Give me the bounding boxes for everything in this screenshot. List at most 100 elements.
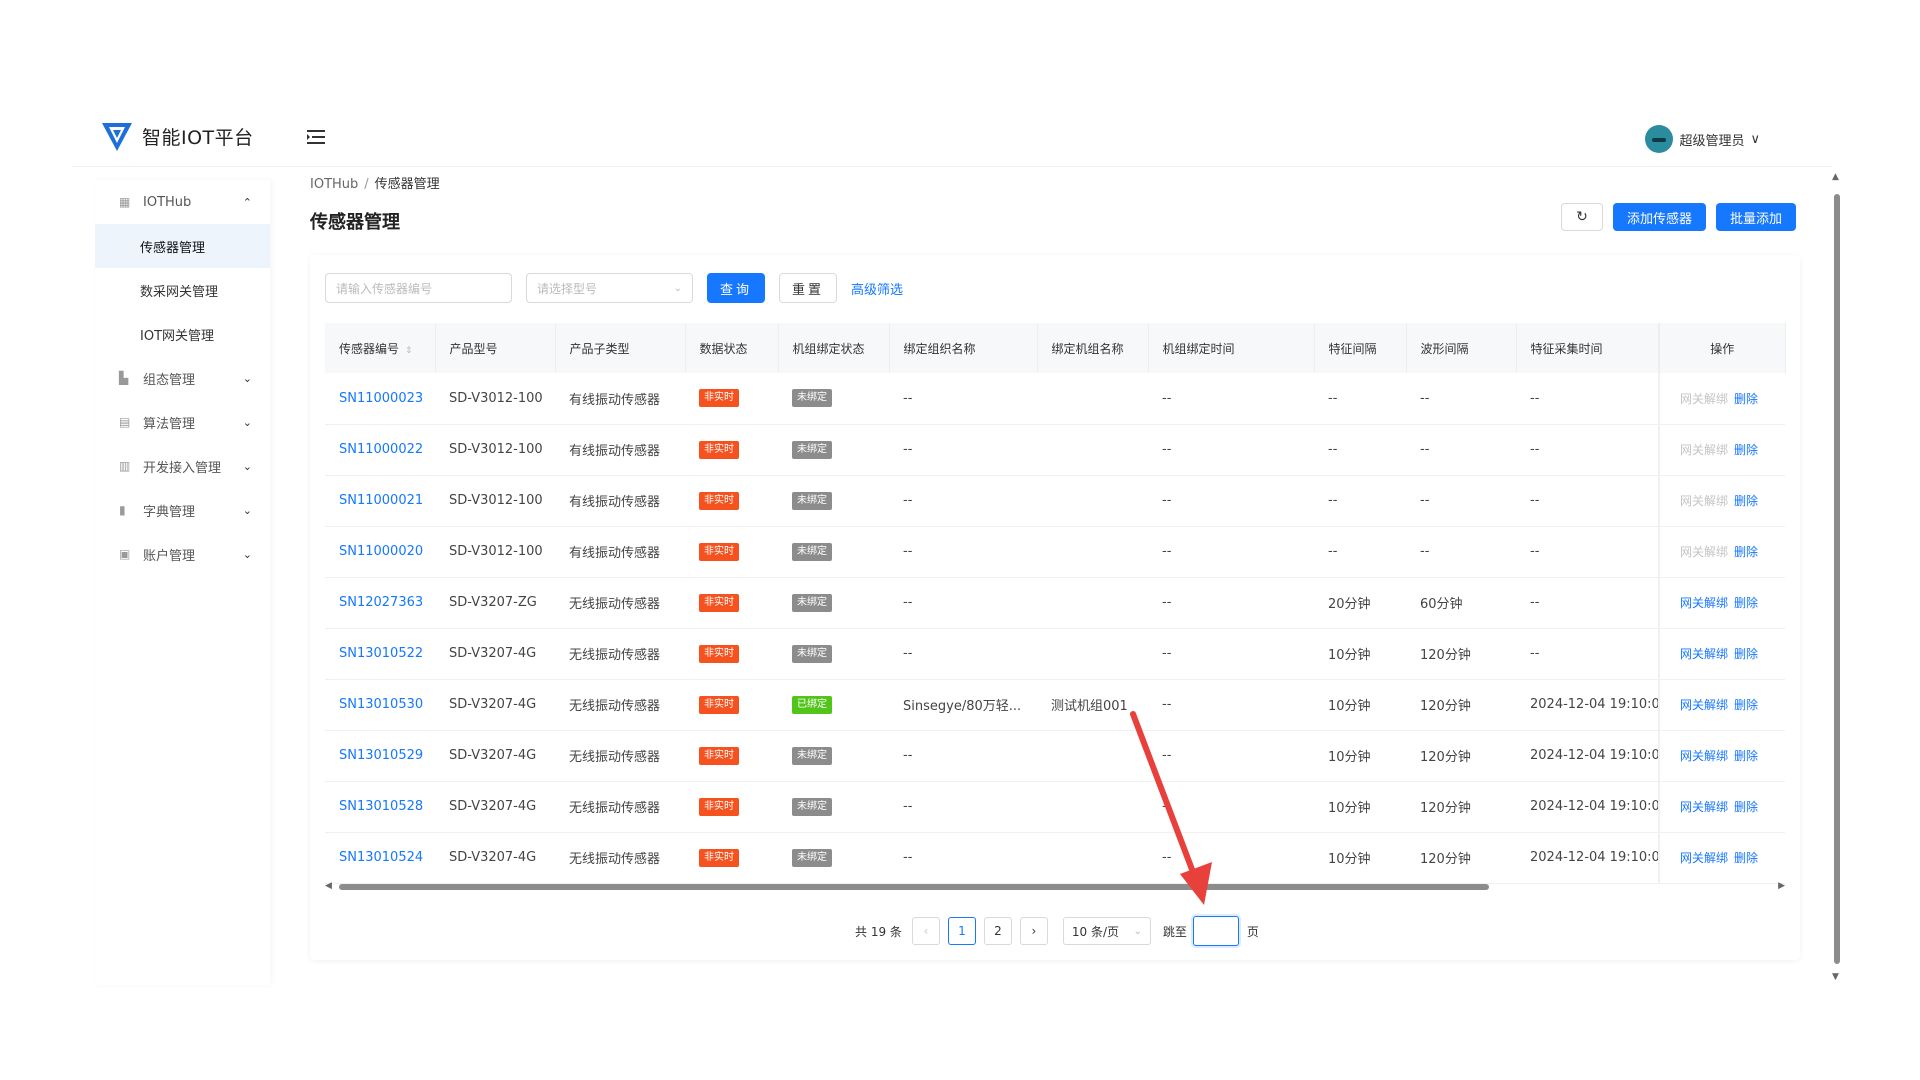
- sidebar-item-label: 传感器管理: [140, 240, 206, 256]
- org-name: --: [889, 577, 1037, 629]
- refresh-button[interactable]: ↻: [1560, 203, 1603, 231]
- column-header: 波形间隔: [1406, 323, 1517, 373]
- status-badge: 非实时: [699, 542, 739, 561]
- scroll-left-icon[interactable]: ◀: [325, 881, 332, 891]
- gateway-unbind-link[interactable]: 网关解绑: [1680, 647, 1728, 661]
- operation-cell: 网关解绑 删除: [1658, 475, 1785, 527]
- delete-link[interactable]: 删除: [1734, 698, 1758, 712]
- chevron-down-icon: ⌄: [242, 371, 252, 385]
- sensor-number-link[interactable]: SN11000020: [325, 526, 435, 578]
- jump-page-input[interactable]: [1192, 916, 1239, 946]
- sidebar-group-account[interactable]: ▣ 账户管理 ⌄: [95, 532, 270, 576]
- status-badge: 非实时: [699, 797, 739, 816]
- sidebar-item-sensor[interactable]: 传感器管理: [95, 224, 270, 268]
- horizontal-scrollbar[interactable]: ◀ ▶: [325, 881, 1785, 893]
- delete-link[interactable]: 删除: [1734, 494, 1758, 508]
- page-size-select[interactable]: 10 条/页 ⌄: [1062, 917, 1151, 945]
- chevron-down-icon: ⌄: [1133, 925, 1142, 937]
- delete-link[interactable]: 删除: [1734, 545, 1758, 559]
- product-subtype: 有线振动传感器: [555, 424, 685, 476]
- delete-link[interactable]: 删除: [1734, 443, 1758, 457]
- bind-time: --: [1148, 679, 1314, 731]
- scroll-right-icon[interactable]: ▶: [1778, 881, 1785, 891]
- query-button[interactable]: 查询: [707, 273, 765, 303]
- page-1-button[interactable]: 1: [947, 917, 976, 945]
- sidebar-group-algorithm[interactable]: ▤ 算法管理 ⌄: [95, 400, 270, 444]
- advanced-filter-link[interactable]: 高级筛选: [851, 279, 903, 298]
- status-badge: 未绑定: [792, 797, 832, 816]
- bind-time: --: [1148, 373, 1314, 425]
- sensor-table: 传感器编号 ⇕ 产品型号 产品子类型 数据状态 机组绑定状态 绑定组织名称 绑定机…: [325, 323, 1786, 884]
- reset-button[interactable]: 重置: [779, 273, 837, 303]
- org-name: --: [889, 475, 1037, 527]
- sidebar-group-iothub[interactable]: ▦ IOTHub ⌃: [95, 180, 270, 224]
- product-model: SD-V3207-ZG: [435, 577, 555, 629]
- sensor-number-input[interactable]: 请输入传感器编号: [325, 273, 512, 303]
- sidebar-group-label: 账户管理: [143, 548, 196, 564]
- table-row: SN12027363 SD-V3207-ZG 无线振动传感器 非实时 未绑定 -- -- 20…: [325, 577, 1785, 629]
- delete-link[interactable]: 删除: [1734, 851, 1758, 865]
- menu-toggle-icon[interactable]: [307, 129, 325, 145]
- sort-icon[interactable]: ⇕: [405, 346, 413, 356]
- bind-time: --: [1148, 832, 1314, 884]
- model-select[interactable]: 请选择型号 ⌄: [526, 273, 693, 303]
- prev-page-button[interactable]: ‹: [911, 917, 940, 945]
- logo: 智能IOT平台: [100, 119, 254, 153]
- column-header: 机组绑定状态: [778, 323, 890, 373]
- user-name: 超级管理员: [1679, 133, 1745, 149]
- scrollbar-thumb[interactable]: [1834, 194, 1840, 964]
- sidebar-item-iot-gateway[interactable]: IOT网关管理: [95, 312, 270, 356]
- sidebar-item-label: 数采网关管理: [140, 284, 219, 300]
- sensor-number-link[interactable]: SN11000023: [325, 373, 435, 425]
- sensor-number-link[interactable]: SN11000021: [325, 475, 435, 527]
- product-model: SD-V3012-100: [435, 424, 555, 476]
- sensor-number-link[interactable]: SN13010530: [325, 679, 435, 731]
- user-menu[interactable]: 超级管理员 ∨: [1645, 125, 1760, 153]
- page-2-button[interactable]: 2: [983, 917, 1012, 945]
- sidebar-group-config[interactable]: ▙ 组态管理 ⌄: [95, 356, 270, 400]
- gateway-unbind-link[interactable]: 网关解绑: [1680, 800, 1728, 814]
- data-status-cell: 非实时: [685, 679, 778, 731]
- sensor-number-link[interactable]: SN13010522: [325, 628, 435, 680]
- sidebar-group-dev[interactable]: ▥ 开发接入管理 ⌄: [95, 444, 270, 488]
- add-sensor-button[interactable]: 添加传感器: [1612, 203, 1706, 231]
- org-name: --: [889, 730, 1037, 782]
- vertical-scrollbar[interactable]: ▲ ▼: [1831, 172, 1843, 982]
- gateway-unbind-link[interactable]: 网关解绑: [1680, 749, 1728, 763]
- bind-status-cell: 未绑定: [778, 781, 889, 833]
- filter-bar: 请输入传感器编号 请选择型号 ⌄ 查询 重置 高级筛选: [325, 273, 903, 303]
- sensor-number-link[interactable]: SN13010524: [325, 832, 435, 884]
- wave-interval: 60分钟: [1406, 577, 1516, 629]
- scroll-down-icon[interactable]: ▼: [1832, 972, 1839, 982]
- gateway-unbind-link[interactable]: 网关解绑: [1680, 698, 1728, 712]
- delete-link[interactable]: 删除: [1734, 647, 1758, 661]
- delete-link[interactable]: 删除: [1734, 800, 1758, 814]
- chevron-down-icon: ⌄: [242, 503, 252, 517]
- grid-icon: ▦: [119, 195, 131, 209]
- column-header: 绑定组织名称: [889, 323, 1038, 373]
- status-badge: 非实时: [699, 593, 739, 612]
- sidebar-item-gateway[interactable]: 数采网关管理: [95, 268, 270, 312]
- sidebar-group-dict[interactable]: ▮ 字典管理 ⌄: [95, 488, 270, 532]
- sensor-number-link[interactable]: SN13010529: [325, 730, 435, 782]
- sensor-number-link[interactable]: SN11000022: [325, 424, 435, 476]
- sensor-number-link[interactable]: SN12027363: [325, 577, 435, 629]
- status-badge: 非实时: [699, 746, 739, 765]
- column-header[interactable]: 传感器编号 ⇕: [325, 323, 436, 373]
- scroll-up-icon[interactable]: ▲: [1832, 172, 1839, 182]
- delete-link[interactable]: 删除: [1734, 596, 1758, 610]
- batch-add-button[interactable]: 批量添加: [1715, 203, 1796, 231]
- collect-time: --: [1516, 475, 1659, 527]
- table-row: SN13010522 SD-V3207-4G 无线振动传感器 非实时 未绑定 -- -- 10…: [325, 628, 1785, 680]
- status-badge: 未绑定: [792, 440, 832, 459]
- breadcrumb-root[interactable]: IOTHub: [310, 177, 358, 192]
- chevron-down-icon: ⌄: [242, 459, 252, 473]
- gateway-unbind-link[interactable]: 网关解绑: [1680, 596, 1728, 610]
- gateway-unbind-link[interactable]: 网关解绑: [1680, 851, 1728, 865]
- jump-label: 跳至: [1162, 924, 1187, 939]
- next-page-button[interactable]: ›: [1019, 917, 1048, 945]
- scrollbar-thumb[interactable]: [339, 884, 1489, 890]
- delete-link[interactable]: 删除: [1734, 749, 1758, 763]
- sensor-number-link[interactable]: SN13010528: [325, 781, 435, 833]
- delete-link[interactable]: 删除: [1734, 392, 1758, 406]
